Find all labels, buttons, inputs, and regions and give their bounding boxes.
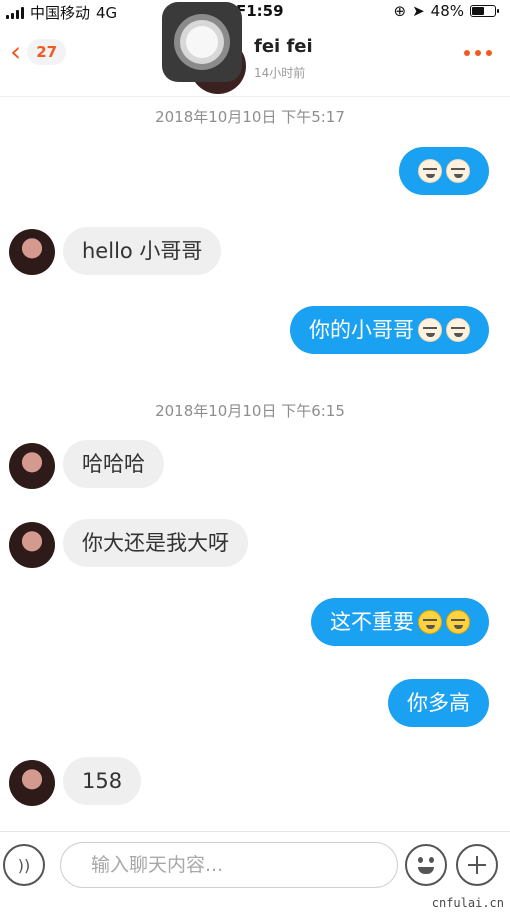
- rotation-lock-icon: ⊕: [393, 2, 407, 20]
- grimace-emoji-icon: [418, 159, 442, 183]
- message-text: hello 小哥哥: [82, 239, 203, 263]
- message-list[interactable]: 2018年10月10日 下午5:17 hello 小哥哥 你的小哥哥 2018年…: [0, 97, 510, 830]
- message-text: 你多高: [407, 691, 470, 715]
- grimace-emoji-icon: [418, 318, 442, 342]
- assistive-touch-button[interactable]: [162, 2, 242, 82]
- more-options-button[interactable]: [464, 50, 492, 56]
- message-text: 哈哈哈: [82, 452, 145, 476]
- laugh-tears-emoji-icon: [418, 610, 442, 634]
- clock: F1:59: [236, 2, 284, 20]
- sender-avatar[interactable]: [9, 229, 55, 275]
- message-text: 158: [82, 769, 123, 793]
- sender-avatar[interactable]: [9, 760, 55, 806]
- add-attachment-button[interactable]: [456, 844, 498, 886]
- message-out[interactable]: [399, 147, 489, 195]
- peer-last-seen: 14小时前: [254, 66, 306, 80]
- dot-icon: [475, 50, 481, 56]
- chevron-left-icon: ‹: [10, 35, 22, 68]
- message-out[interactable]: 这不重要: [311, 598, 489, 646]
- sender-avatar[interactable]: [9, 522, 55, 568]
- message-in[interactable]: hello 小哥哥: [63, 227, 222, 275]
- sound-wave-icon: )): [17, 855, 31, 875]
- battery-icon: [470, 5, 499, 17]
- status-right: ⊕ ➤ 48%: [393, 2, 499, 20]
- message-text: 你的小哥哥: [309, 318, 414, 342]
- laugh-tears-emoji-icon: [446, 610, 470, 634]
- carrier-label: 中国移动: [30, 4, 91, 22]
- timestamp-divider: 2018年10月10日 下午5:17: [155, 108, 345, 126]
- message-in[interactable]: 哈哈哈: [63, 440, 164, 488]
- message-text: 这不重要: [330, 610, 414, 634]
- unread-count-badge: 27: [27, 39, 67, 65]
- sender-avatar[interactable]: [9, 443, 55, 489]
- dot-icon: [464, 50, 470, 56]
- message-text: 你大还是我大呀: [82, 531, 229, 555]
- status-bar: 中国移动 4G F1:59 ⊕ ➤ 48%: [0, 0, 510, 24]
- input-bar: )): [0, 831, 510, 902]
- network-label: 4G: [96, 3, 118, 22]
- chat-input[interactable]: [60, 842, 398, 888]
- message-out[interactable]: 你多高: [388, 679, 489, 727]
- status-left: 中国移动 4G: [6, 2, 117, 23]
- battery-percent: 48%: [430, 2, 464, 20]
- location-icon: ➤: [412, 2, 425, 20]
- grimace-emoji-icon: [446, 318, 470, 342]
- peer-name: fei fei: [254, 36, 313, 57]
- signal-icon: [6, 6, 24, 19]
- voice-input-button[interactable]: )): [3, 844, 45, 886]
- message-in[interactable]: 你大还是我大呀: [63, 519, 248, 567]
- timestamp-divider: 2018年10月10日 下午6:15: [155, 402, 345, 420]
- message-in[interactable]: 158: [63, 757, 142, 805]
- emoji-picker-button[interactable]: [405, 844, 447, 886]
- dot-icon: [486, 50, 492, 56]
- watermark: cnfulai.cn: [431, 896, 504, 910]
- grimace-emoji-icon: [446, 159, 470, 183]
- battery-fill: [472, 7, 484, 15]
- chat-header: ‹ 27 fei fei 14小时前: [0, 24, 510, 97]
- message-out[interactable]: 你的小哥哥: [290, 306, 489, 354]
- back-button[interactable]: ‹ 27: [10, 35, 67, 68]
